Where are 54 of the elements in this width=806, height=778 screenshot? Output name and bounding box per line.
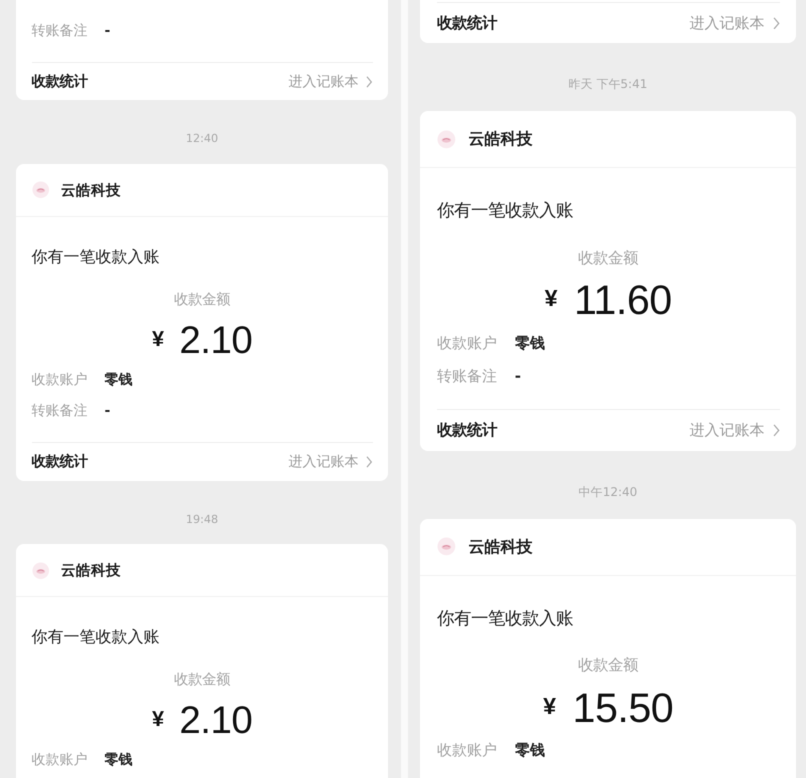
amount-value: 2.10 <box>179 700 252 742</box>
currency-symbol: ¥ <box>152 327 164 351</box>
detail-label: 收款账户 <box>436 334 498 353</box>
amount-value: 15.50 <box>572 686 674 732</box>
amount-label: 收款金额 <box>174 671 230 690</box>
merchant-logo-icon <box>436 130 456 149</box>
merchant-name: 云皓科技 <box>468 536 532 558</box>
timestamp: 19:48 <box>186 512 218 528</box>
currency-symbol: ¥ <box>544 286 558 312</box>
amount-label: 收款金额 <box>578 248 638 269</box>
detail-value: - <box>104 22 110 39</box>
detail-label: 转账备注 <box>32 402 89 420</box>
timestamp: 中午12:40 <box>578 484 638 501</box>
detail-label: 转账备注 <box>436 366 498 386</box>
amount-label: 收款金额 <box>174 291 230 310</box>
chevron-icon <box>772 16 780 30</box>
detail-value: 零钱 <box>104 371 132 390</box>
amount-value: 2.10 <box>179 320 252 362</box>
stats-label: 收款统计 <box>436 420 497 441</box>
chevron-icon <box>366 76 373 88</box>
stats-label: 收款统计 <box>436 12 497 34</box>
stats-label: 收款统计 <box>32 72 88 92</box>
merchant-name: 云皓科技 <box>61 560 122 580</box>
timestamp: 12:40 <box>186 131 218 148</box>
notification-title: 你有一笔收款入账 <box>436 608 574 631</box>
detail-label: 收款账户 <box>32 751 89 770</box>
notification-title: 你有一笔收款入账 <box>436 200 574 224</box>
timestamp: 昨天 下午5:41 <box>568 76 648 94</box>
notification-title: 你有一笔收款入账 <box>32 246 161 268</box>
detail-value: - <box>514 367 522 386</box>
chevron-icon <box>772 424 780 437</box>
merchant-name: 云皓科技 <box>61 180 122 200</box>
ledger-link[interactable]: 进入记账本 <box>690 420 780 440</box>
merchant-logo-icon <box>32 181 50 199</box>
detail-label: 收款账户 <box>436 740 498 760</box>
stats-label: 收款统计 <box>32 452 88 472</box>
currency-symbol: ¥ <box>543 694 556 720</box>
merchant-logo-icon <box>32 562 50 580</box>
amount-label: 收款金额 <box>578 655 638 676</box>
notification-title: 你有一笔收款入账 <box>32 626 161 648</box>
detail-value: 零钱 <box>514 334 545 353</box>
detail-label: 收款账户 <box>32 371 89 390</box>
chevron-icon <box>366 456 373 468</box>
merchant-name: 云皓科技 <box>468 129 532 150</box>
amount-value: 11.60 <box>574 278 672 324</box>
detail-value: 零钱 <box>104 751 132 770</box>
ledger-link[interactable]: 进入记账本 <box>288 452 373 471</box>
merchant-logo-icon <box>436 537 456 556</box>
ledger-link[interactable]: 进入记账本 <box>288 72 373 91</box>
ledger-link[interactable]: 进入记账本 <box>690 14 780 33</box>
detail-value: - <box>104 402 110 419</box>
currency-symbol: ¥ <box>152 707 164 732</box>
detail-value: 零钱 <box>514 740 545 760</box>
detail-label: 转账备注 <box>32 22 89 40</box>
